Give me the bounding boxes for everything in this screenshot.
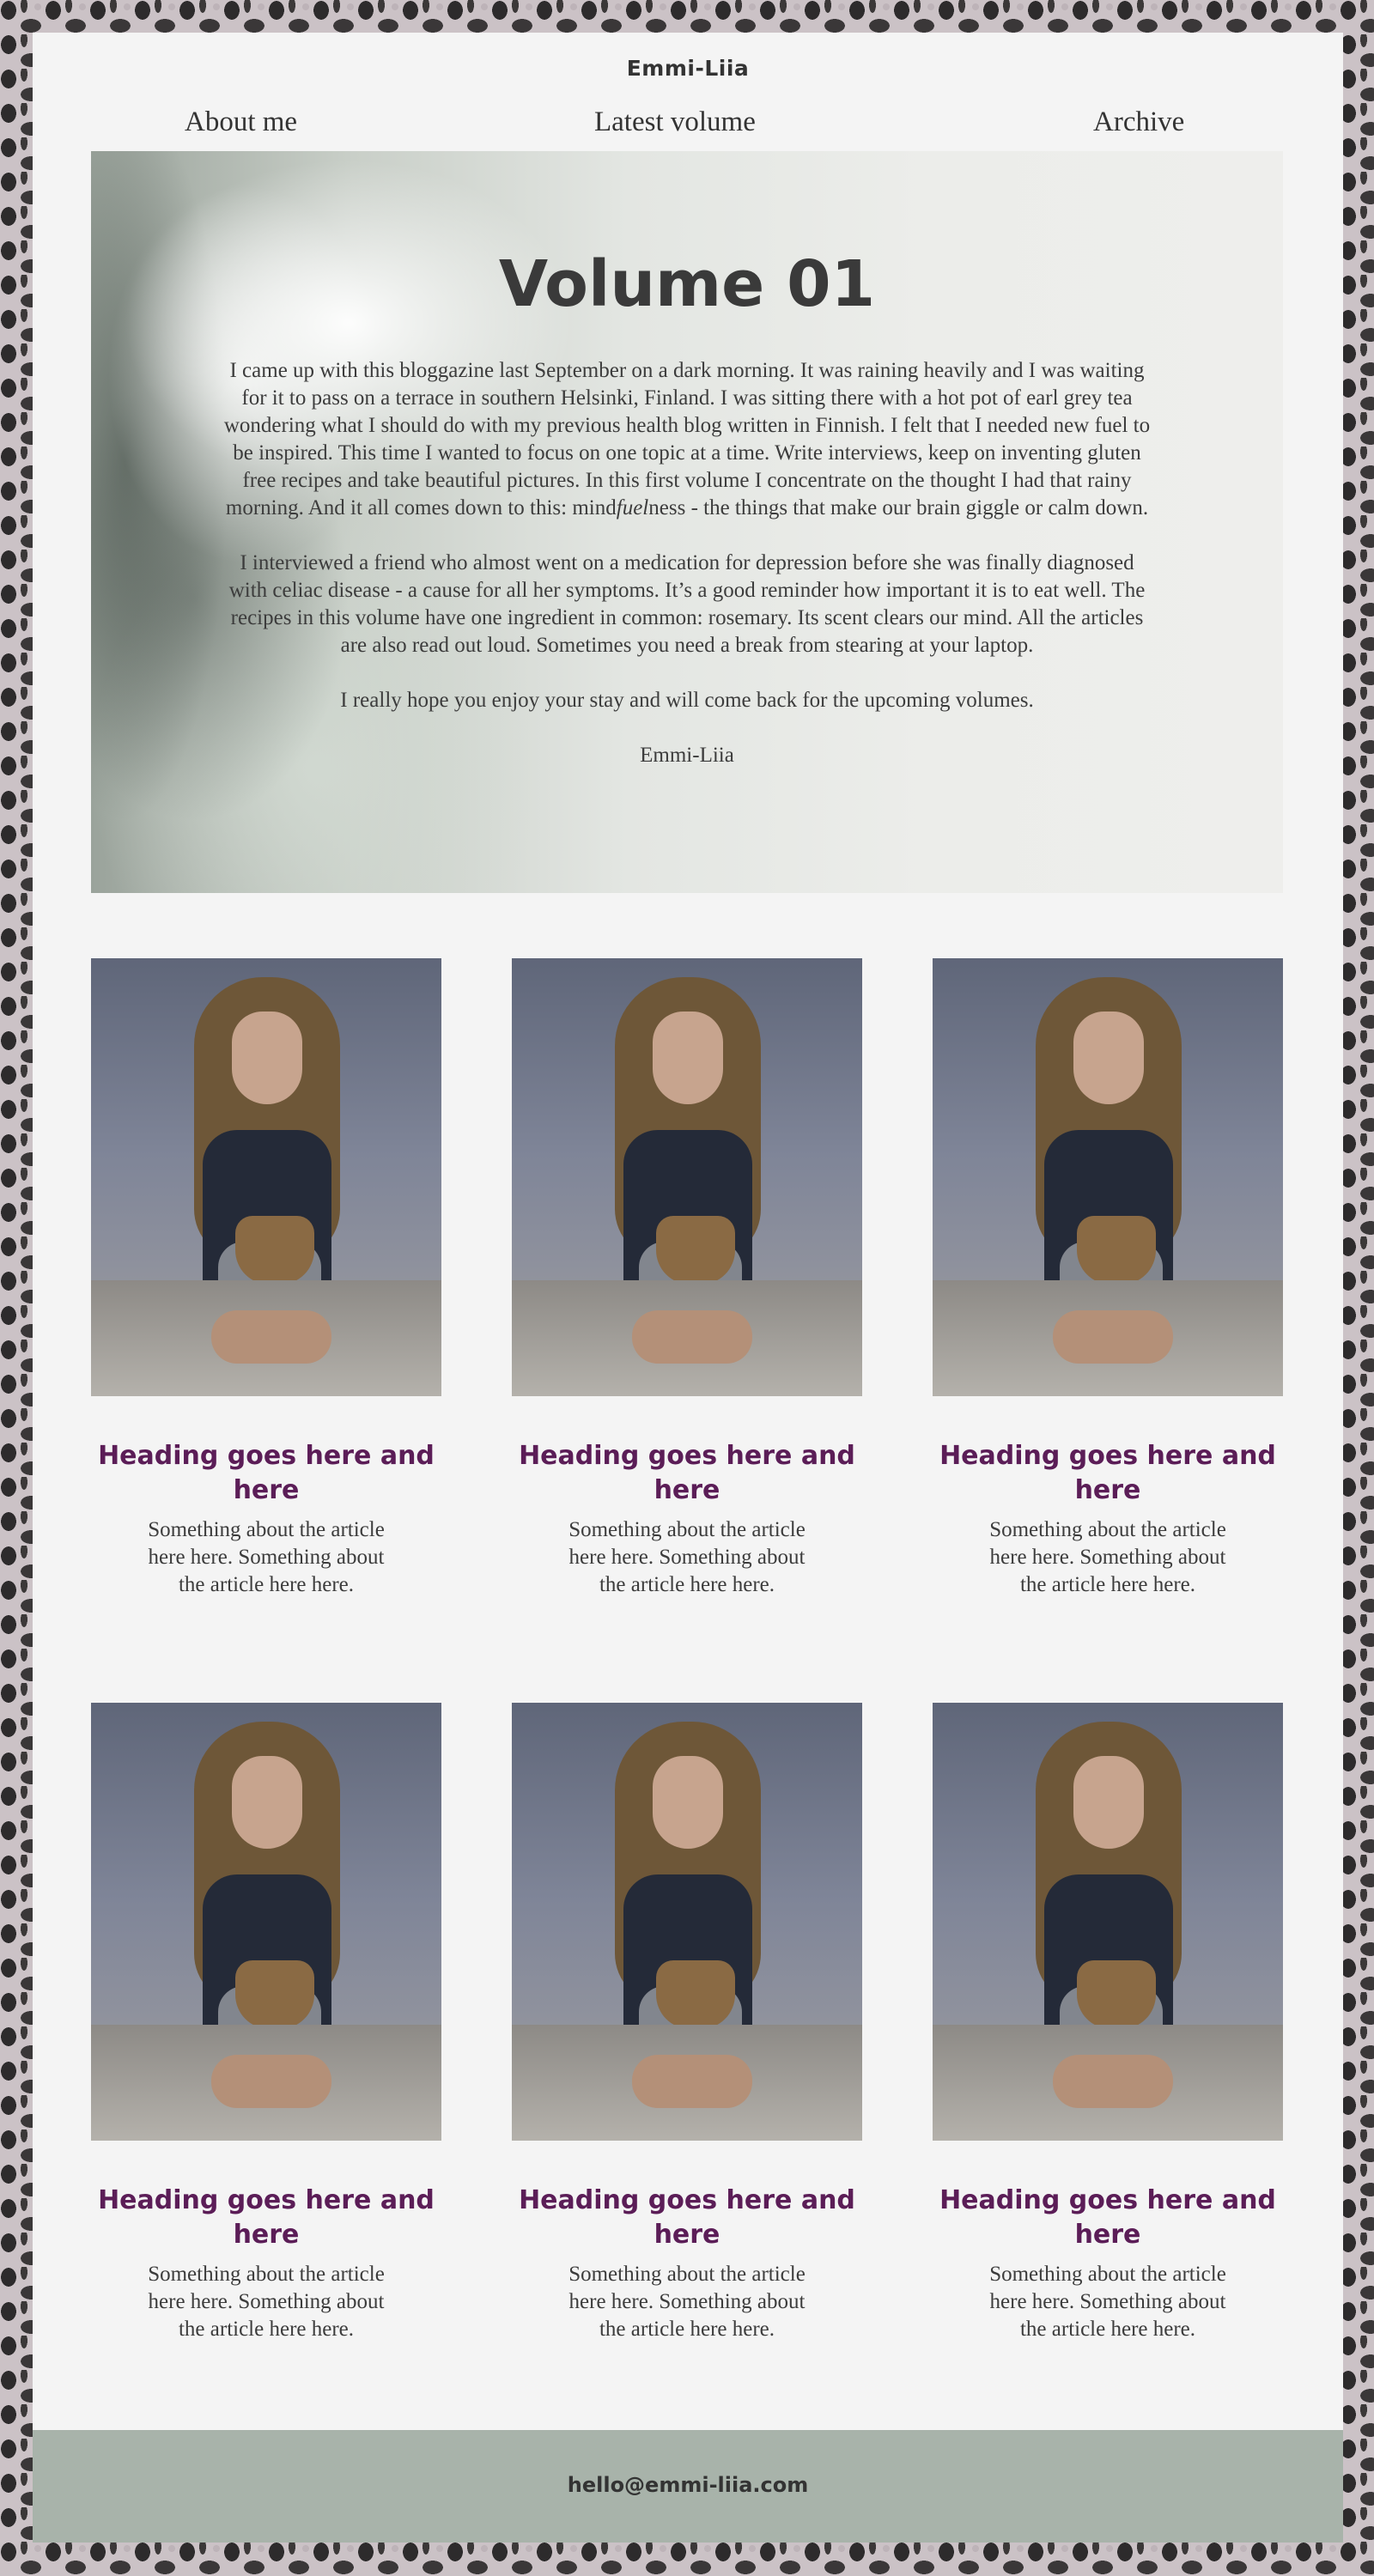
article-image[interactable]: [512, 958, 862, 1396]
article-excerpt: Something about the article here here. S…: [989, 2263, 1226, 2341]
article-image[interactable]: [512, 1703, 862, 2141]
signature: Emmi-Liia: [640, 744, 734, 767]
article-image[interactable]: [91, 1703, 441, 2141]
article-excerpt: Something about the article here here. S…: [989, 1518, 1226, 1596]
article-excerpt: Something about the article here here. S…: [568, 2263, 806, 2341]
footer-email-link[interactable]: hello@emmi-liia.com: [33, 2473, 1343, 2497]
intro-paragraph-2: I interviewed a friend who almost went o…: [228, 551, 1146, 657]
volume-title: Volume 01: [498, 247, 876, 321]
article-excerpt: Something about the article here here. S…: [568, 1518, 806, 1596]
article-heading[interactable]: Heading goes here and here: [933, 2184, 1283, 2252]
site-title[interactable]: Emmi-Liia: [33, 56, 1343, 81]
article-image[interactable]: [91, 958, 441, 1396]
nav-about-me[interactable]: About me: [185, 106, 297, 138]
intro-paragraph-1: I came up with this bloggazine last Sept…: [223, 359, 1151, 519]
hero-section: Volume 01 I came up with this bloggazine…: [91, 151, 1283, 893]
article-heading[interactable]: Heading goes here and here: [933, 1439, 1283, 1508]
nav-latest-volume[interactable]: Latest volume: [594, 106, 756, 138]
article-heading[interactable]: Heading goes here and here: [512, 2184, 862, 2252]
article-heading[interactable]: Heading goes here and here: [91, 2184, 441, 2252]
page-container: Emmi-Liia About me Latest volume Archive…: [33, 33, 1343, 2543]
nav-archive[interactable]: Archive: [1093, 106, 1184, 138]
intro-paragraph-3: I really hope you enjoy your stay and wi…: [340, 689, 1034, 712]
article-excerpt: Something about the article here here. S…: [148, 2263, 385, 2341]
intro-text: I came up with this bloggazine last Sept…: [218, 357, 1156, 797]
article-heading[interactable]: Heading goes here and here: [91, 1439, 441, 1508]
footer: hello@emmi-liia.com: [33, 2430, 1343, 2543]
article-heading[interactable]: Heading goes here and here: [512, 1439, 862, 1508]
article-image[interactable]: [933, 1703, 1283, 2141]
article-excerpt: Something about the article here here. S…: [148, 1518, 385, 1596]
article-image[interactable]: [933, 958, 1283, 1396]
